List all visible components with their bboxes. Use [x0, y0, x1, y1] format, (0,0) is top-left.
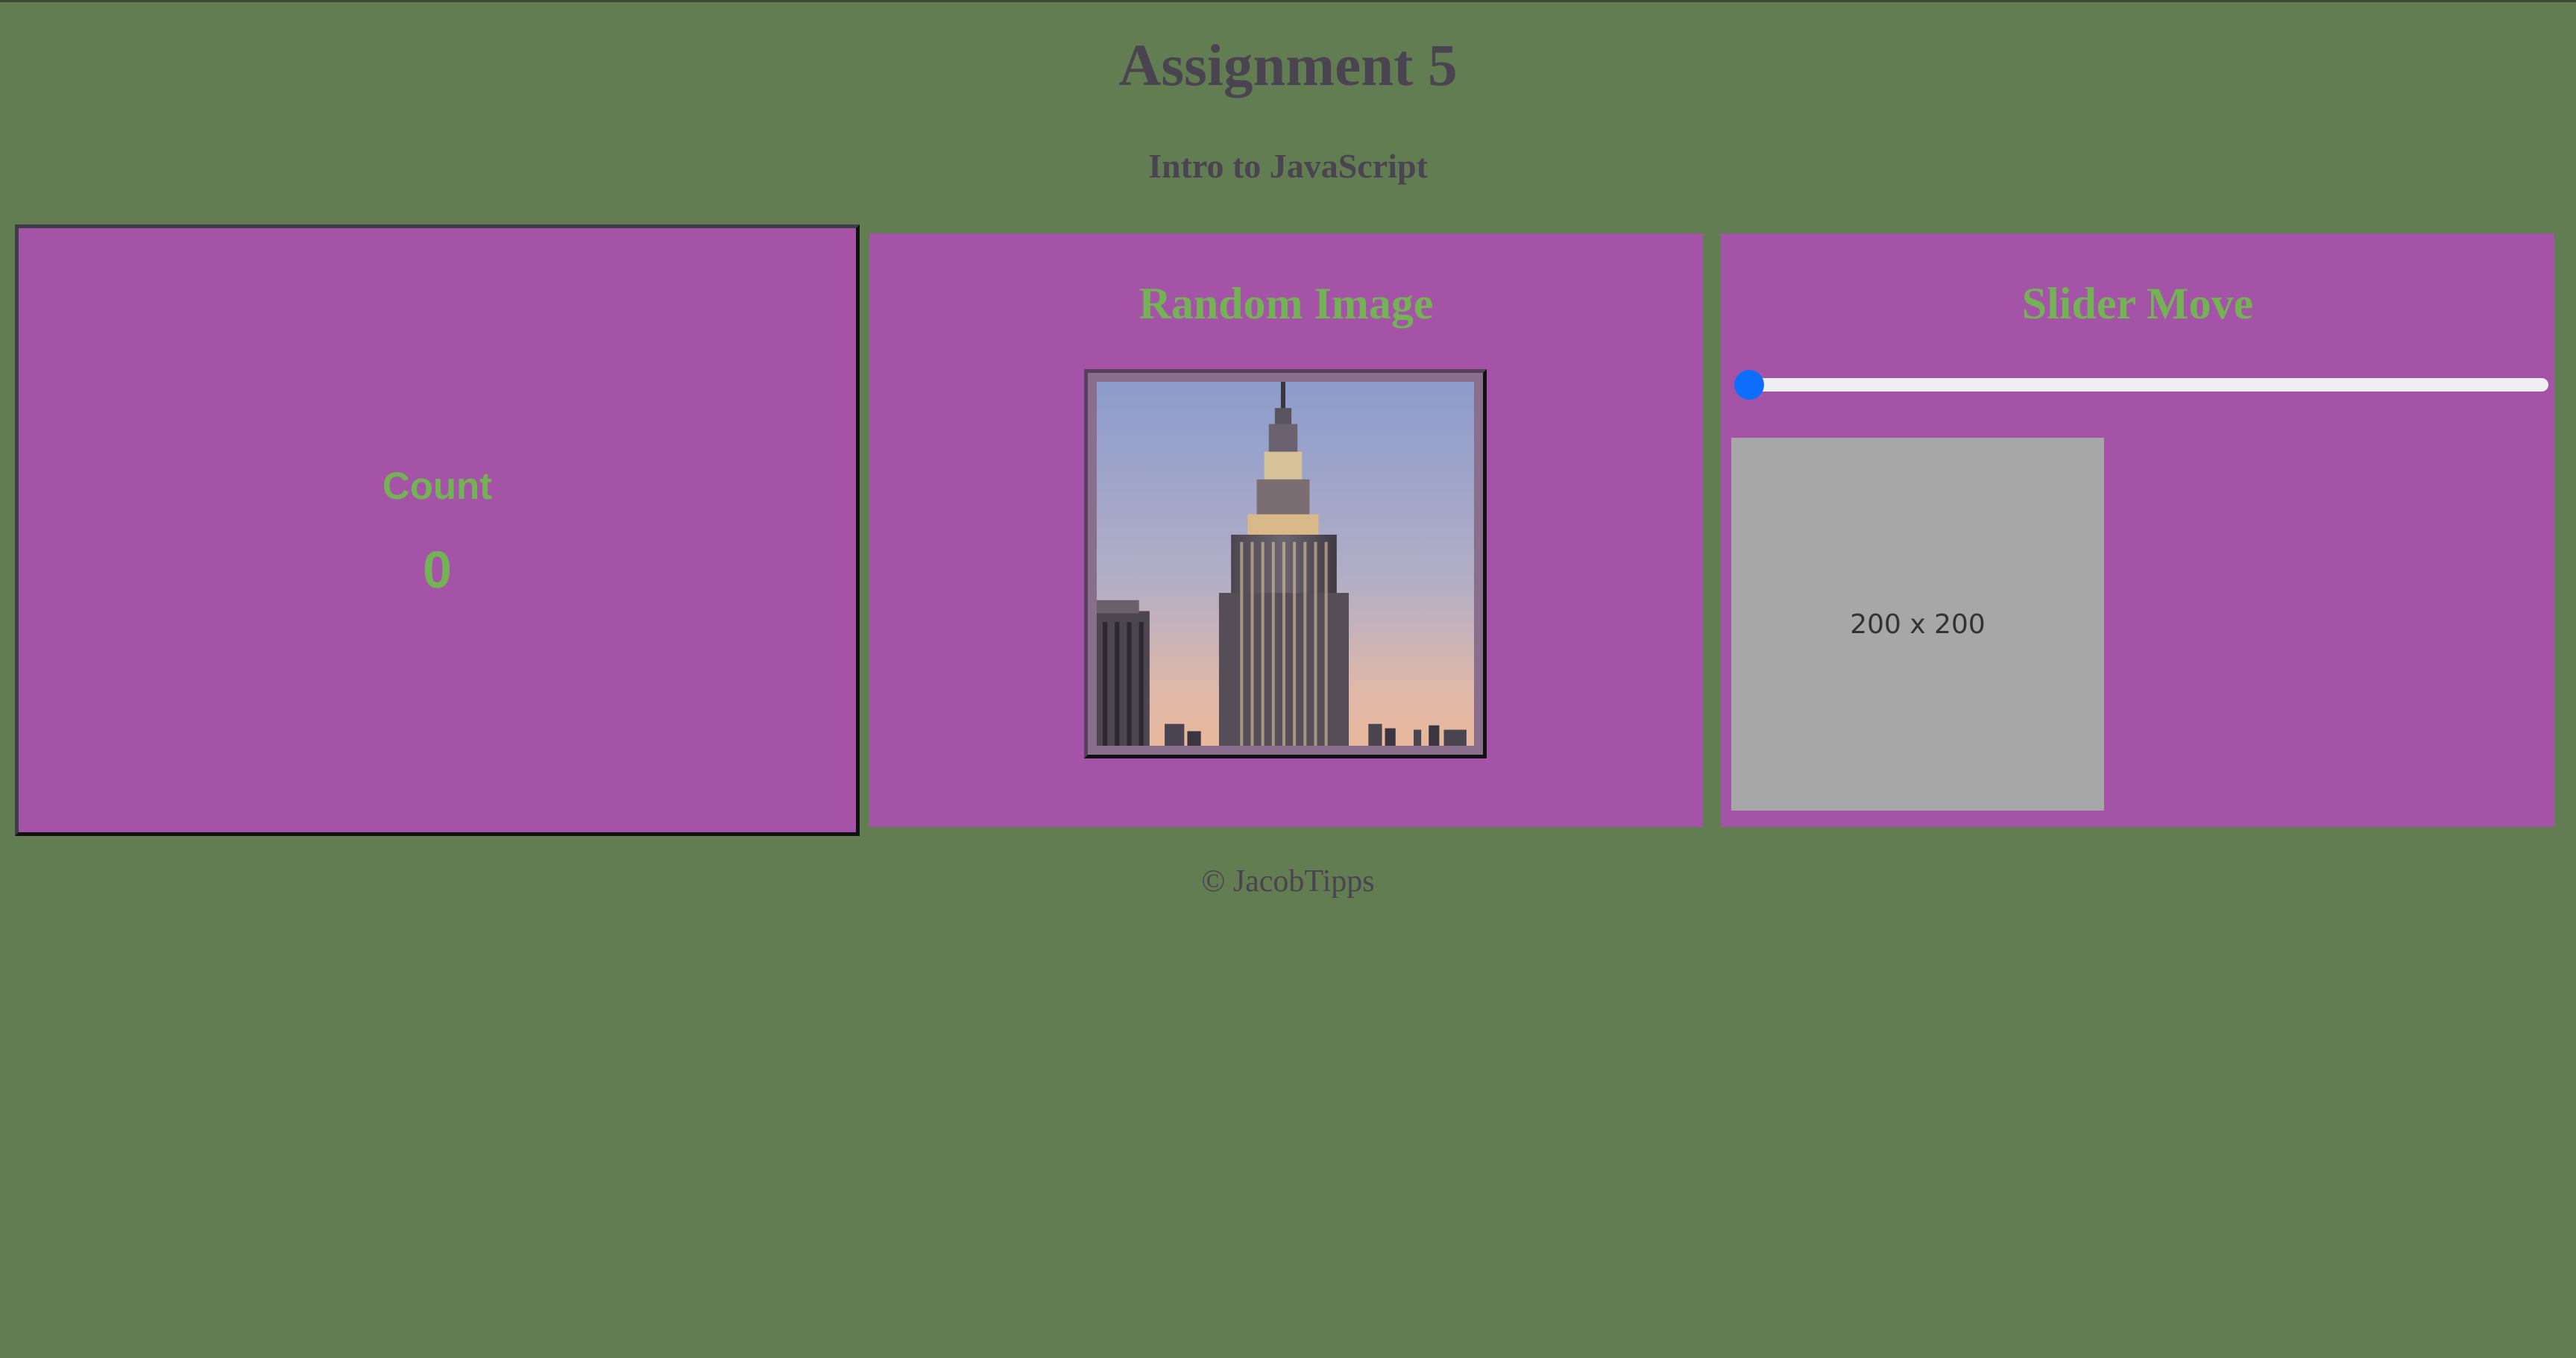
top-rule	[0, 0, 2576, 2]
placeholder-image: 200 x 200	[1731, 438, 2104, 811]
page-title: Assignment 5	[1118, 34, 1458, 98]
slider-thumb[interactable]	[1734, 370, 1764, 400]
count-label: Count	[382, 465, 493, 507]
count-panel[interactable]: Count 0	[15, 224, 860, 836]
page-subtitle: Intro to JavaScript	[1148, 147, 1428, 185]
empire-state-building-photo	[1097, 382, 1474, 746]
random-image[interactable]	[1084, 369, 1487, 758]
random-image-heading: Random Image	[1139, 279, 1434, 328]
slider-track[interactable]	[1739, 378, 2548, 392]
slider-move-panel: Slider Move 200 x 200	[1721, 233, 2554, 827]
footer-copyright: © JacobTipps	[1201, 864, 1375, 899]
count-value: 0	[423, 541, 452, 599]
slider-move-heading: Slider Move	[2021, 279, 2254, 328]
placeholder-label: 200 x 200	[1850, 609, 1985, 640]
random-image-panel: Random Image	[869, 233, 1703, 827]
